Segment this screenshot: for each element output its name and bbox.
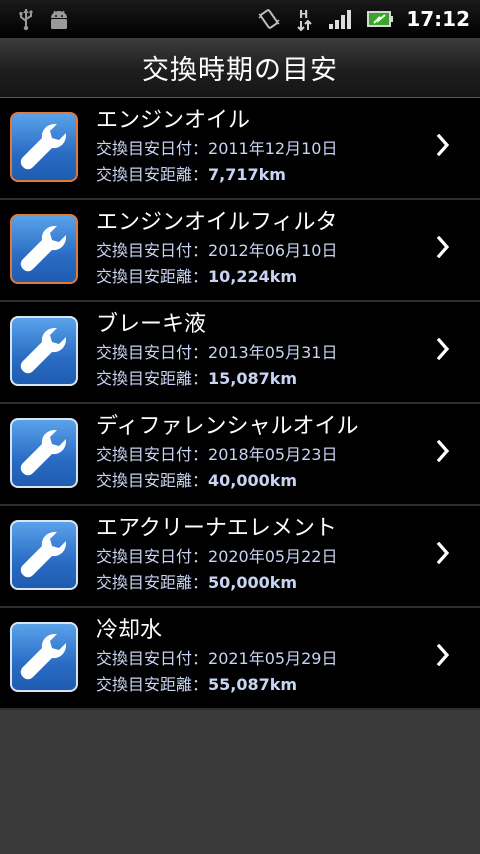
item-distance: 40,000km: [208, 471, 298, 490]
item-text: 冷却水 交換目安日付：2021年05月29日 交換目安距離：55,087km: [96, 616, 337, 698]
distance-label: 交換目安距離：: [96, 165, 209, 184]
chevron-right-icon: [436, 439, 450, 463]
item-date-line: 交換目安日付：2021年05月29日: [96, 646, 337, 672]
distance-label: 交換目安距離：: [96, 267, 209, 286]
list-item[interactable]: ブレーキ液 交換目安日付：2013年05月31日 交換目安距離：15,087km: [0, 302, 480, 404]
date-label: 交換目安日付：: [96, 547, 209, 566]
network-type-label: H: [299, 8, 308, 21]
item-date: 2021年05月29日: [208, 649, 338, 668]
item-text: エアクリーナエレメント 交換目安日付：2020年05月22日 交換目安距離：50,0…: [96, 514, 337, 596]
item-name: エンジンオイル: [96, 108, 251, 133]
chevron-right-icon: [436, 133, 450, 157]
wrench-icon: [10, 418, 78, 488]
wrench-icon: [10, 112, 78, 182]
item-distance-line: 交換目安距離：7,717km: [96, 162, 337, 188]
item-distance-line: 交換目安距離：40,000km: [96, 468, 358, 494]
item-text: エンジンオイル 交換目安日付：2011年12月10日 交換目安距離：7,717km: [96, 106, 337, 188]
chevron-right-icon: [436, 643, 450, 667]
status-bar: H 17:12: [0, 0, 480, 38]
clock: 17:12: [406, 7, 470, 31]
list-item[interactable]: エアクリーナエレメント 交換目安日付：2020年05月22日 交換目安距離：50,0…: [0, 506, 480, 608]
usb-icon: [18, 7, 34, 31]
item-distance: 10,224km: [208, 267, 298, 286]
distance-label: 交換目安距離：: [96, 573, 209, 592]
item-text: ブレーキ液 交換目安日付：2013年05月31日 交換目安距離：15,087km: [96, 310, 337, 392]
distance-label: 交換目安距離：: [96, 471, 209, 490]
item-distance: 7,717km: [208, 165, 286, 184]
item-date-line: 交換目安日付：2012年06月10日: [96, 238, 338, 264]
item-distance: 15,087km: [208, 369, 298, 388]
distance-label: 交換目安距離：: [96, 369, 209, 388]
item-distance-line: 交換目安距離：55,087km: [96, 672, 337, 698]
item-date: 2011年12月10日: [208, 139, 338, 158]
item-distance-line: 交換目安距離：15,087km: [96, 366, 337, 392]
item-date-line: 交換目安日付：2020年05月22日: [96, 544, 337, 570]
maintenance-list: エンジンオイル 交換目安日付：2011年12月10日 交換目安距離：7,717km エ…: [0, 98, 480, 710]
wrench-icon: [10, 622, 78, 692]
item-name: エアクリーナエレメント: [96, 516, 337, 541]
wrench-icon: [10, 316, 78, 386]
date-label: 交換目安日付：: [96, 139, 209, 158]
empty-area: [0, 710, 480, 854]
page-title: 交換時期の目安: [142, 55, 338, 86]
title-bar: 交換時期の目安: [0, 38, 480, 98]
item-distance-line: 交換目安距離：50,000km: [96, 570, 337, 596]
date-label: 交換目安日付：: [96, 241, 209, 260]
item-distance: 55,087km: [208, 675, 298, 694]
item-date-line: 交換目安日付：2018年05月23日: [96, 442, 358, 468]
item-name: ディファレンシャルオイル: [96, 414, 359, 439]
item-text: エンジンオイルフィルタ 交換目安日付：2012年06月10日 交換目安距離：10,2…: [96, 208, 338, 290]
distance-label: 交換目安距離：: [96, 675, 209, 694]
date-label: 交換目安日付：: [96, 649, 209, 668]
chevron-right-icon: [436, 235, 450, 259]
chevron-right-icon: [436, 541, 450, 565]
date-label: 交換目安日付：: [96, 445, 209, 464]
item-date: 2018年05月23日: [208, 445, 338, 464]
item-name: エンジンオイルフィルタ: [96, 210, 338, 235]
item-date-line: 交換目安日付：2011年12月10日: [96, 136, 337, 162]
item-name: 冷却水: [96, 618, 163, 643]
battery-charging-icon: [366, 8, 394, 30]
list-item[interactable]: エンジンオイル 交換目安日付：2011年12月10日 交換目安距離：7,717km: [0, 98, 480, 200]
item-name: ブレーキ液: [96, 312, 207, 337]
signal-bars-icon: [328, 8, 354, 30]
item-date-line: 交換目安日付：2013年05月31日: [96, 340, 337, 366]
wrench-icon: [10, 214, 78, 284]
android-debug-icon: [48, 7, 70, 31]
item-date: 2013年05月31日: [208, 343, 338, 362]
wrench-icon: [10, 520, 78, 590]
hspa-data-icon: H: [294, 6, 316, 32]
list-item[interactable]: 冷却水 交換目安日付：2021年05月29日 交換目安距離：55,087km: [0, 608, 480, 710]
item-distance-line: 交換目安距離：10,224km: [96, 264, 338, 290]
item-text: ディファレンシャルオイル 交換目安日付：2018年05月23日 交換目安距離：40,…: [96, 412, 358, 494]
vibrate-icon: [256, 6, 282, 32]
item-date: 2020年05月22日: [208, 547, 338, 566]
item-distance: 50,000km: [208, 573, 298, 592]
date-label: 交換目安日付：: [96, 343, 209, 362]
chevron-right-icon: [436, 337, 450, 361]
list-item[interactable]: ディファレンシャルオイル 交換目安日付：2018年05月23日 交換目安距離：40,…: [0, 404, 480, 506]
item-date: 2012年06月10日: [208, 241, 338, 260]
list-item[interactable]: エンジンオイルフィルタ 交換目安日付：2012年06月10日 交換目安距離：10,2…: [0, 200, 480, 302]
